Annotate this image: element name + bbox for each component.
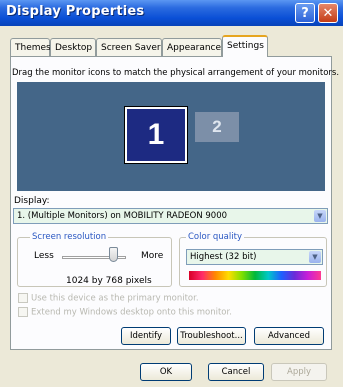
checkbox-box[interactable] [18,307,28,317]
display-label: Display: [14,196,50,206]
resolution-less-label: Less [34,251,54,261]
checkbox-box[interactable] [18,293,28,303]
tab-desktop[interactable]: Desktop [50,38,96,56]
display-select[interactable]: 1. (Multiple Monitors) on MOBILITY RADEO… [13,208,328,224]
color-quality-value: Highest (32 bit) [190,252,257,262]
apply-button[interactable]: Apply [271,363,327,381]
troubleshoot-button[interactable]: Troubleshoot... [177,327,246,345]
cancel-button[interactable]: Cancel [208,363,264,381]
color-quality-select[interactable]: Highest (32 bit) ▼ [186,249,323,265]
screen-resolution-title: Screen resolution [30,232,109,242]
extend-desktop-label: Extend my Windows desktop onto this moni… [31,307,232,318]
resolution-more-label: More [141,251,164,261]
resolution-slider-thumb[interactable] [109,247,118,262]
title-bar[interactable]: Display Properties ? ✕ [0,0,343,26]
display-properties-window: Display Properties ? ✕ Themes Desktop Sc… [0,0,343,387]
tab-appearance[interactable]: Appearance [162,38,222,56]
color-quality-title: Color quality [186,232,244,242]
identify-button[interactable]: Identify [121,327,171,345]
display-select-value: 1. (Multiple Monitors) on MOBILITY RADEO… [17,211,228,221]
primary-monitor-checkbox[interactable]: Use this device as the primary monitor. [18,293,199,304]
chevron-down-icon[interactable]: ▼ [314,210,326,222]
help-button[interactable]: ? [295,3,315,23]
monitor-2-icon[interactable]: 2 [195,112,239,142]
ok-button[interactable]: OK [140,363,192,381]
resolution-value: 1024 by 768 pixels [66,276,152,286]
color-spectrum-bar [189,271,321,280]
close-button[interactable]: ✕ [318,3,338,23]
monitor-1-icon[interactable]: 1 [125,107,187,163]
tab-screen-saver[interactable]: Screen Saver [96,38,162,56]
chevron-down-icon[interactable]: ▼ [309,251,321,263]
extend-desktop-checkbox[interactable]: Extend my Windows desktop onto this moni… [18,307,232,318]
advanced-button[interactable]: Advanced [254,327,324,345]
instruction-text: Drag the monitor icons to match the phys… [12,68,340,78]
primary-monitor-label: Use this device as the primary monitor. [31,293,199,304]
tab-themes[interactable]: Themes [10,38,51,56]
window-title: Display Properties [6,4,145,19]
tab-settings[interactable]: Settings [222,35,268,57]
